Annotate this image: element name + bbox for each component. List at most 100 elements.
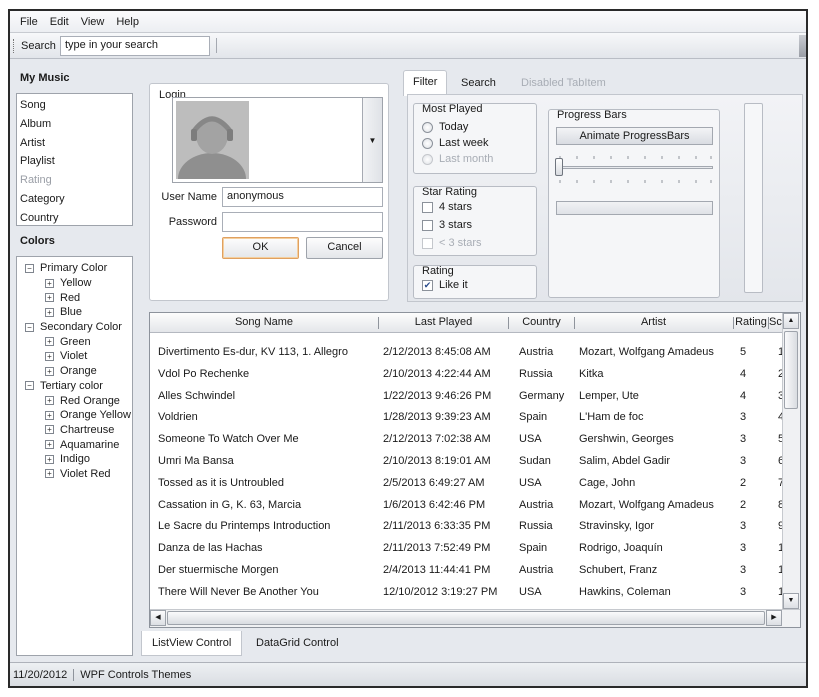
cancel-button[interactable]: Cancel [306, 237, 383, 259]
tree-item[interactable]: + Chartreuse [17, 423, 132, 438]
chevron-down-icon[interactable]: ▼ [362, 98, 382, 182]
scroll-left-icon[interactable]: ◀ [150, 610, 166, 626]
table-row[interactable]: Someone To Watch Over Me 2/12/2013 7:02:3… [150, 428, 784, 450]
tree-item[interactable]: + Green [17, 334, 132, 349]
tree-item[interactable]: + Yellow [17, 276, 132, 291]
menu-view[interactable]: View [75, 16, 111, 28]
expand-icon[interactable]: + [45, 293, 54, 303]
collapse-icon[interactable]: − [25, 322, 34, 332]
scroll-up-icon[interactable]: ▲ [783, 313, 799, 329]
slider-thumb[interactable] [555, 158, 563, 176]
tree-item[interactable]: − Secondary Color [17, 320, 132, 335]
animate-progressbars-button[interactable]: Animate ProgressBars [556, 127, 713, 145]
table-cell: Hawkins, Coleman [579, 585, 671, 598]
tree-item[interactable]: + Orange [17, 364, 132, 379]
expand-icon[interactable]: + [45, 469, 54, 479]
scroll-down-icon[interactable]: ▼ [783, 593, 799, 609]
tree-item[interactable]: + Indigo [17, 452, 132, 467]
table-row[interactable]: Umri Ma Bansa 2/10/2013 8:19:01 AM Sudan Sa… [150, 450, 784, 472]
password-field[interactable] [222, 212, 383, 232]
table-row[interactable]: Vdol Po Rechenke 2/10/2013 4:22:44 AM Russ… [150, 363, 784, 385]
menu-help[interactable]: Help [110, 16, 145, 28]
table-row[interactable]: Alles Schwindel 1/22/2013 9:46:26 PM Germa… [150, 385, 784, 407]
table-row[interactable]: Cassation in G, K. 63, Marcia 1/6/2013 6:… [150, 494, 784, 516]
check-4-stars[interactable]: 4 stars [422, 201, 472, 213]
table-row[interactable]: Voldrien 1/28/2013 9:39:23 AM Spain L'Ham d… [150, 406, 784, 428]
radio-last-week[interactable]: Last week [422, 137, 489, 149]
table-row[interactable]: Divertimento Es-dur, KV 113, 1. Allegro 2… [150, 341, 784, 363]
checkmark-icon[interactable]: ✔ [422, 279, 433, 291]
radio-icon[interactable] [422, 137, 433, 149]
scroll-thumb[interactable] [784, 331, 798, 409]
list-item[interactable]: Album [17, 115, 132, 134]
horizontal-scrollbar[interactable]: ◀ ▶ [150, 609, 800, 627]
expand-icon[interactable]: + [45, 278, 54, 288]
table-row[interactable]: There Will Never Be Another You 12/10/201… [150, 581, 790, 603]
expand-icon[interactable]: + [45, 307, 54, 317]
expand-icon[interactable]: + [45, 454, 54, 464]
username-field[interactable]: anonymous [222, 187, 383, 207]
expand-icon[interactable]: + [45, 425, 54, 435]
table-cell: 3 [740, 564, 747, 576]
avatar-combobox[interactable]: ▼ [172, 97, 383, 183]
radio-icon[interactable] [422, 121, 433, 133]
search-input[interactable]: type in your search [60, 36, 210, 56]
col-last-played[interactable]: Last Played [379, 316, 508, 328]
tree-item[interactable]: + Orange Yellow [17, 408, 132, 423]
radio-today[interactable]: Today [422, 121, 468, 133]
expand-icon[interactable]: + [45, 440, 54, 450]
slider-ticks [559, 156, 712, 183]
h-scroll-thumb[interactable] [167, 611, 765, 625]
tab-listview-control[interactable]: ListView Control [141, 631, 243, 656]
col-artist[interactable]: Artist [575, 316, 732, 328]
toolbar-overflow-button[interactable] [799, 35, 806, 57]
tree-item-label: Orange [60, 365, 97, 378]
tab-search[interactable]: Search [452, 72, 505, 96]
tree-item[interactable]: − Primary Color [17, 261, 132, 276]
tab-datagrid-control[interactable]: DataGrid Control [246, 631, 349, 656]
checkbox-icon[interactable] [422, 201, 433, 213]
col-country[interactable]: Country [509, 316, 574, 328]
check-like-it[interactable]: ✔ Like it [422, 279, 468, 291]
scroll-right-icon[interactable]: ▶ [766, 610, 782, 626]
checkbox-icon[interactable] [422, 219, 433, 231]
collapse-icon[interactable]: − [25, 263, 34, 273]
menu-edit[interactable]: Edit [44, 16, 75, 28]
status-text: WPF Controls Themes [80, 668, 192, 681]
tree-item[interactable]: + Blue [17, 305, 132, 320]
expand-icon[interactable]: + [45, 351, 54, 361]
slider-track[interactable] [556, 166, 713, 169]
col-sc[interactable]: Sc [769, 316, 782, 328]
check-3-stars[interactable]: 3 stars [422, 219, 472, 231]
list-item[interactable]: Country [17, 209, 132, 228]
list-item[interactable]: Playlist [17, 152, 132, 171]
expand-icon[interactable]: + [45, 366, 54, 376]
vertical-scrollbar[interactable]: ▲ ▼ [782, 313, 800, 609]
tree-item[interactable]: + Red Orange [17, 393, 132, 408]
expand-icon[interactable]: + [45, 410, 54, 420]
table-cell: Schubert, Franz [579, 564, 658, 576]
table-row[interactable]: Le Sacre du Printemps Introduction 2/11/2… [150, 515, 784, 537]
table-row[interactable]: Der stuermische Morgen 2/4/2013 11:44:41 … [150, 559, 789, 581]
table-cell: 2/11/2013 7:52:49 PM [383, 542, 491, 555]
table-cell: 3 [740, 542, 747, 555]
tree-item[interactable]: − Tertiary color [17, 379, 132, 394]
list-item[interactable]: Category [17, 190, 132, 209]
tab-filter[interactable]: Filter [403, 70, 448, 96]
list-item[interactable]: Song [17, 96, 132, 115]
expand-icon[interactable]: + [45, 337, 54, 347]
ok-button[interactable]: OK [222, 237, 299, 259]
tree-item[interactable]: + Violet Red [17, 467, 132, 482]
tree-item[interactable]: + Red [17, 290, 132, 305]
tree-item[interactable]: + Violet [17, 349, 132, 364]
col-song-name[interactable]: Song Name [150, 316, 378, 328]
collapse-icon[interactable]: − [25, 381, 34, 391]
expand-icon[interactable]: + [45, 396, 54, 406]
menu-file[interactable]: File [14, 16, 44, 28]
table-row[interactable]: Tossed as it is Untroubled 2/5/2013 6:49:… [150, 472, 784, 494]
table-row[interactable]: Danza de las Hachas 2/11/2013 7:52:49 PM S… [150, 537, 790, 559]
col-rating[interactable]: Rating [734, 316, 768, 328]
list-item[interactable]: Artist [17, 134, 132, 153]
toolbar-grip[interactable] [13, 39, 15, 53]
tree-item[interactable]: + Aquamarine [17, 437, 132, 452]
